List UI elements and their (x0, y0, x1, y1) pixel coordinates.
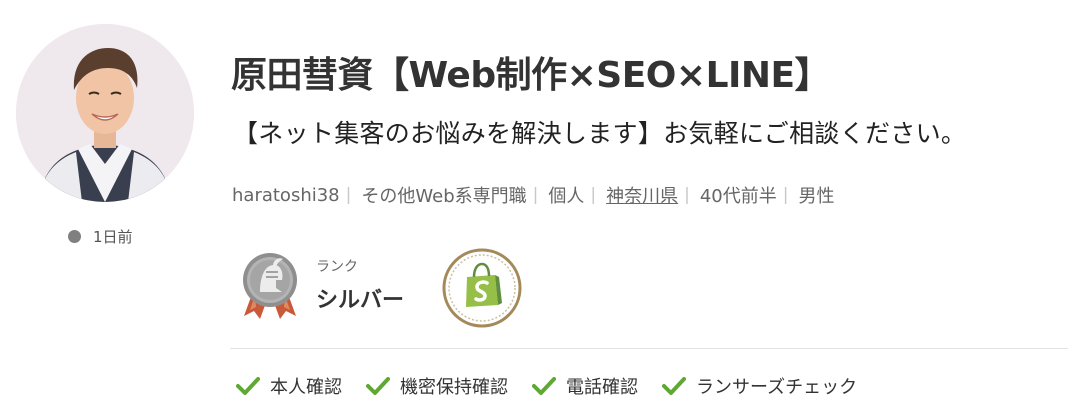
shopify-bag-icon (442, 248, 522, 328)
section-divider (230, 348, 1068, 349)
verification-label: 電話確認 (566, 377, 638, 398)
verification-item: 本人確認 (236, 373, 342, 399)
profile-catchphrase: 【ネット集客のお悩みを解決します】お気軽にご相談ください。 (233, 119, 967, 148)
online-status: 1日前 (68, 226, 133, 247)
verification-label: 機密保持確認 (400, 377, 508, 398)
last-login-text: 1日前 (93, 228, 133, 246)
meta-separator: | (590, 185, 597, 205)
account-type: 個人 (548, 186, 585, 207)
verification-label: ランサーズチェック (696, 377, 858, 398)
status-dot-icon (68, 230, 81, 243)
age-group: 40代前半 (699, 186, 777, 207)
avatar-photo (16, 24, 194, 202)
verification-item: ランサーズチェック (662, 373, 857, 399)
verification-list: 本人確認 機密保持確認 電話確認 ランサーズチェック (236, 373, 881, 399)
check-icon (236, 377, 260, 395)
occupation: その他Web系専門職 (361, 186, 527, 207)
silver-rank-medal-icon (243, 253, 297, 319)
profile-name: 原田彗資【Web制作×SEO×LINE】 (231, 55, 831, 96)
verification-label: 本人確認 (270, 377, 342, 398)
meta-separator: | (345, 185, 352, 205)
location-link[interactable]: 神奈川県 (606, 182, 678, 208)
verification-item: 機密保持確認 (366, 373, 508, 399)
check-icon (662, 377, 686, 395)
profile-avatar[interactable] (16, 24, 194, 202)
username: haratoshi38 (232, 184, 340, 206)
profile-meta: haratoshi38 | その他Web系専門職 | 個人 | 神奈川県 | 4… (232, 182, 834, 208)
shopify-skill-badge[interactable] (441, 247, 523, 329)
meta-separator: | (684, 185, 690, 205)
meta-separator: | (782, 185, 789, 205)
rank-value: シルバー (316, 288, 405, 313)
rank-section[interactable]: ランク シルバー (240, 250, 404, 320)
check-icon (366, 377, 390, 395)
rank-label: ランク (316, 259, 358, 275)
verification-item: 電話確認 (532, 373, 638, 399)
meta-separator: | (532, 185, 539, 205)
check-icon (532, 377, 556, 395)
gender: 男性 (798, 186, 835, 207)
